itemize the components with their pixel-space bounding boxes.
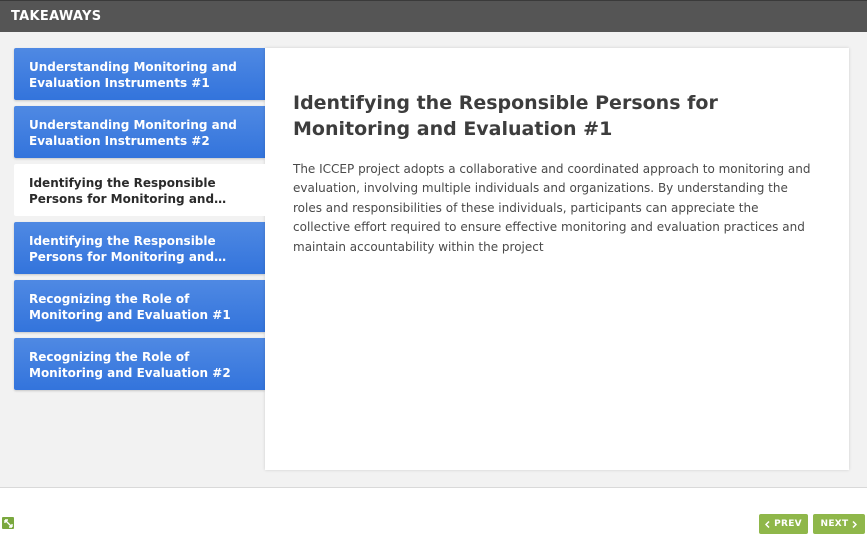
tab-label: Recognizing the Role of Monitoring and E… (29, 292, 231, 322)
prev-button[interactable]: PREV (759, 514, 808, 534)
next-button[interactable]: NEXT (813, 514, 865, 534)
next-label: NEXT (820, 519, 849, 529)
tab-label: Understanding Monitoring and Evaluation … (29, 60, 237, 90)
content-panel: Identifying the Responsible Persons for … (265, 48, 849, 470)
tab-responsible-persons-2[interactable]: Identifying the Responsible Persons for … (14, 222, 265, 274)
tab-label: Understanding Monitoring and Evaluation … (29, 118, 237, 148)
tab-list: Understanding Monitoring and Evaluation … (14, 48, 266, 396)
chevron-right-icon (852, 520, 858, 528)
tab-understanding-instruments-1[interactable]: Understanding Monitoring and Evaluation … (14, 48, 265, 100)
panel-title: Identifying the Responsible Persons for … (293, 92, 718, 140)
tab-role-of-me-2[interactable]: Recognizing the Role of Monitoring and E… (14, 338, 265, 390)
tab-role-of-me-1[interactable]: Recognizing the Role of Monitoring and E… (14, 280, 265, 332)
tab-label: Identifying the Responsible Persons for … (29, 234, 216, 264)
tab-understanding-instruments-2[interactable]: Understanding Monitoring and Evaluation … (14, 106, 265, 158)
chevron-left-icon (765, 520, 770, 528)
content-stage: Understanding Monitoring and Evaluation … (0, 32, 867, 488)
tab-label: Identifying the Responsible Persons for … (29, 176, 216, 206)
page-title: TAKEAWAYS (11, 9, 102, 24)
tab-label: Recognizing the Role of Monitoring and E… (29, 350, 231, 380)
panel-body-text: The ICCEP project adopts a collaborative… (293, 162, 811, 254)
expand-arrows-icon[interactable] (2, 517, 14, 529)
title-bar: TAKEAWAYS (0, 0, 867, 32)
prev-label: PREV (774, 519, 802, 529)
tab-responsible-persons-1[interactable]: Identifying the Responsible Persons for … (14, 164, 266, 216)
